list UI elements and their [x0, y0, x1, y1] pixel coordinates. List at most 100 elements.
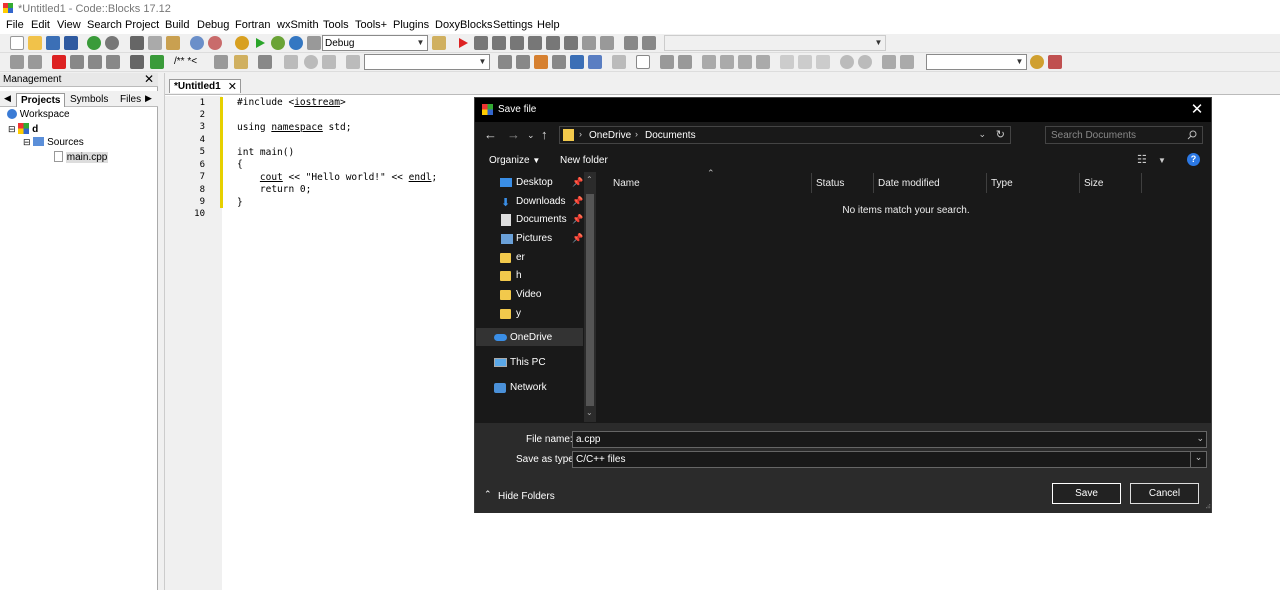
selected-only-icon[interactable]	[552, 55, 566, 69]
search-next-icon[interactable]	[516, 55, 530, 69]
column-name[interactable]: Name	[613, 178, 640, 189]
tree-project[interactable]: ⊟ d	[8, 123, 38, 135]
collapse-icon[interactable]: ⊟	[23, 137, 31, 147]
menu-edit[interactable]: Edit	[31, 19, 50, 31]
nav-onedrive[interactable]: OneDrive	[494, 332, 552, 343]
nav-network[interactable]: Network	[494, 382, 547, 393]
tab-files[interactable]: Files	[116, 93, 145, 107]
next-line-icon[interactable]	[492, 36, 506, 50]
up-arrow-icon[interactable]: ↑	[541, 127, 548, 142]
menu-file[interactable]: File	[6, 19, 24, 31]
tab-symbols[interactable]: Symbols	[66, 93, 112, 107]
code-completion-select[interactable]: ▼	[926, 54, 1027, 70]
chevron-down-icon[interactable]: ⌄	[978, 129, 986, 140]
back-arrow-icon[interactable]: ←	[484, 127, 497, 142]
wx-flexsizer-icon[interactable]	[756, 55, 770, 69]
chevron-down-icon[interactable]: ▼	[1158, 156, 1166, 165]
symbol-select[interactable]: ▼	[664, 35, 886, 51]
column-divider[interactable]	[986, 173, 987, 193]
build-run-icon[interactable]	[271, 36, 285, 50]
collapse-icon[interactable]: ⊟	[8, 124, 16, 134]
column-divider[interactable]	[811, 173, 812, 193]
column-status[interactable]: Status	[816, 178, 844, 189]
save-icon[interactable]	[46, 36, 60, 50]
jump-home-icon[interactable]	[304, 55, 318, 69]
tab-projects[interactable]: Projects	[16, 93, 66, 107]
wx-refresh-icon[interactable]	[900, 55, 914, 69]
splitter[interactable]	[158, 73, 165, 590]
wx-bitmap-icon[interactable]	[678, 55, 692, 69]
wx-spacer-icon[interactable]	[780, 55, 794, 69]
step-out-icon[interactable]	[528, 36, 542, 50]
forward-arrow-icon[interactable]: →	[507, 127, 520, 142]
match-case-icon[interactable]	[570, 55, 584, 69]
nav-folder-er[interactable]: er	[500, 252, 525, 263]
paste-icon[interactable]	[166, 36, 180, 50]
doxy-comment-label[interactable]: /** *<	[174, 56, 197, 67]
scroll-up-icon[interactable]: ⌃	[586, 175, 593, 184]
refresh-icon[interactable]: ↻	[996, 128, 1005, 141]
step-instruction-icon[interactable]	[564, 36, 578, 50]
recent-locations-icon[interactable]: ⌄	[527, 130, 535, 141]
menu-tools[interactable]: Tools	[323, 19, 349, 31]
help-icon[interactable]: ?	[1187, 153, 1200, 166]
doxy-config-icon[interactable]	[214, 55, 228, 69]
tree-workspace[interactable]: Workspace	[7, 109, 70, 120]
tools-icon[interactable]	[258, 55, 272, 69]
doxy-run-icon[interactable]	[150, 55, 164, 69]
menu-settings[interactable]: Settings	[493, 19, 533, 31]
menu-help[interactable]: Help	[537, 19, 560, 31]
wx-boxsizer-icon[interactable]	[720, 55, 734, 69]
nav-pictures[interactable]: Pictures 📌	[501, 233, 583, 244]
file-name-input[interactable]: a.cpp ⌄	[572, 431, 1207, 448]
debug-run-icon[interactable]	[456, 36, 470, 50]
menu-project[interactable]: Project	[125, 19, 159, 31]
bookmark-next-icon[interactable]	[88, 55, 102, 69]
menu-build[interactable]: Build	[165, 19, 189, 31]
zoom-out-icon[interactable]	[858, 55, 872, 69]
wx-staticbox-icon[interactable]	[798, 55, 812, 69]
menu-doxyblocks[interactable]: DoxyBlocks	[435, 19, 492, 31]
organize-button[interactable]: Organize ▼	[489, 155, 540, 166]
menu-search[interactable]: Search	[87, 19, 122, 31]
run-icon[interactable]	[253, 36, 267, 50]
tree-folder-sources[interactable]: ⊟ Sources	[23, 137, 84, 148]
column-size[interactable]: Size	[1084, 178, 1103, 189]
chevron-down-icon[interactable]: ⌄	[1190, 452, 1206, 467]
forward-icon[interactable]	[28, 55, 42, 69]
incremental-search-input[interactable]: ▼	[364, 54, 490, 70]
nav-folder-h[interactable]: h	[500, 270, 522, 281]
close-icon[interactable]: ✕	[228, 80, 237, 93]
editor-tab-untitled1[interactable]: *Untitled1 ✕	[169, 79, 241, 93]
build-gear-icon[interactable]	[235, 36, 249, 50]
jump-back-icon[interactable]	[284, 55, 298, 69]
new-folder-button[interactable]: New folder	[560, 155, 608, 166]
tab-scroll-left-icon[interactable]: ◀	[4, 93, 11, 104]
abort-icon[interactable]	[307, 36, 321, 50]
print-icon[interactable]	[130, 55, 144, 69]
search-scope-icon[interactable]	[346, 55, 360, 69]
bookmark-toggle-icon[interactable]	[52, 55, 66, 69]
copy-icon[interactable]	[148, 36, 162, 50]
find-icon[interactable]	[190, 36, 204, 50]
close-icon[interactable]: ✕	[1188, 101, 1206, 119]
doxy-wizard-icon[interactable]	[234, 55, 248, 69]
replace-icon[interactable]	[208, 36, 222, 50]
nav-this-pc[interactable]: This PC	[494, 357, 546, 368]
view-options-icon[interactable]: ☷	[1137, 153, 1147, 166]
hide-folders-button[interactable]: Hide Folders	[498, 491, 555, 502]
zoom-in-icon[interactable]	[840, 55, 854, 69]
breadcrumb-documents[interactable]: Documents	[645, 130, 696, 141]
open-icon[interactable]	[28, 36, 42, 50]
search-prev-icon[interactable]	[498, 55, 512, 69]
regex-icon[interactable]	[588, 55, 602, 69]
wx-sizer-icon[interactable]	[702, 55, 716, 69]
scrollbar-thumb[interactable]	[586, 194, 594, 406]
menu-view[interactable]: View	[57, 19, 81, 31]
close-icon[interactable]: ✕	[144, 72, 154, 86]
nav-folder-y[interactable]: y	[500, 308, 521, 319]
wx-image-icon[interactable]	[660, 55, 674, 69]
nav-desktop[interactable]: Desktop 📌	[500, 177, 583, 188]
step-into-icon[interactable]	[510, 36, 524, 50]
address-bar[interactable]: › OneDrive › Documents ⌄ ↻	[559, 126, 1011, 144]
